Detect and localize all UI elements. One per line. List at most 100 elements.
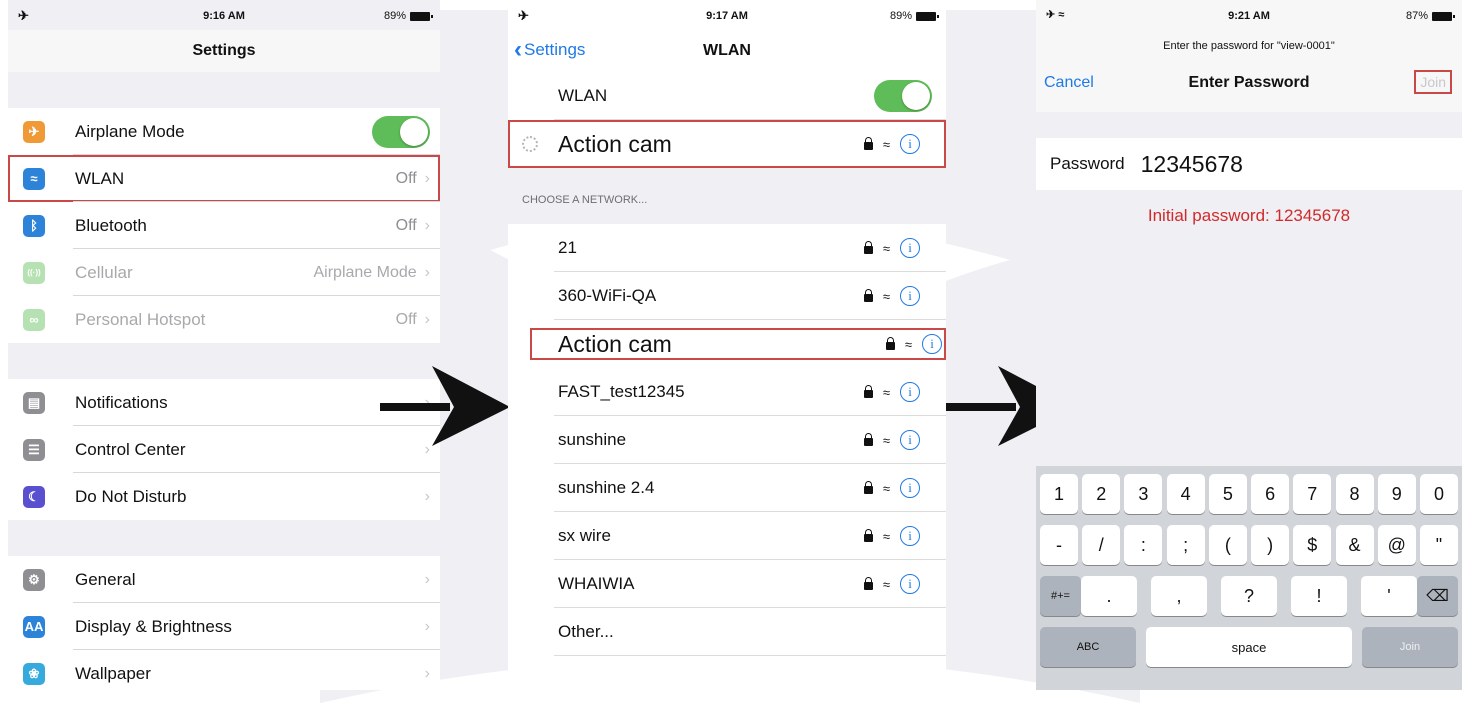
airplane-icon: ✈: [23, 120, 45, 143]
lock-icon: [863, 137, 873, 150]
settings-row-general[interactable]: ⚙ General ›: [8, 556, 440, 603]
key[interactable]: 8: [1335, 474, 1374, 514]
key-symbols[interactable]: #+=: [1040, 576, 1081, 616]
row-label: General: [75, 569, 136, 589]
page-title: Enter Password: [1188, 74, 1310, 91]
wifi-icon: ≈: [882, 240, 890, 256]
key[interactable]: ": [1419, 525, 1458, 565]
nav-bar: Settings: [8, 30, 440, 72]
key[interactable]: 3: [1124, 474, 1163, 514]
connecting-network-row[interactable]: Action cam ≈ i: [508, 120, 946, 168]
key[interactable]: ?: [1221, 576, 1277, 616]
row-label: WLAN: [75, 168, 125, 188]
key[interactable]: 6: [1251, 474, 1290, 514]
key[interactable]: 2: [1082, 474, 1121, 514]
moon-icon: ☾: [23, 485, 45, 508]
key[interactable]: &: [1335, 525, 1374, 565]
lock-icon: [863, 481, 873, 494]
settings-row-do-not-disturb[interactable]: ☾ Do Not Disturb ›: [8, 473, 440, 520]
key[interactable]: ;: [1166, 525, 1205, 565]
info-icon[interactable]: i: [900, 430, 920, 450]
status-bar: ✈ ≈ 9:21 AM 87%: [1036, 0, 1462, 30]
initial-password-note: Initial password: 12345678: [1147, 206, 1351, 225]
network-row[interactable]: sx wire ≈ i: [508, 512, 946, 560]
network-row[interactable]: FAST_test12345 ≈ i: [508, 368, 946, 416]
key[interactable]: :: [1124, 525, 1163, 565]
info-icon[interactable]: i: [922, 334, 942, 354]
settings-row-wallpaper[interactable]: ❀ Wallpaper ›: [8, 650, 440, 690]
key[interactable]: @: [1377, 525, 1416, 565]
network-row[interactable]: sunshine ≈ i: [508, 416, 946, 464]
settings-row-personal-hotspot[interactable]: ∞ Personal Hotspot Off ›: [8, 296, 440, 343]
key[interactable]: 5: [1208, 474, 1247, 514]
key[interactable]: 4: [1166, 474, 1205, 514]
info-icon[interactable]: i: [900, 574, 920, 594]
key[interactable]: 0: [1419, 474, 1458, 514]
network-row[interactable]: 21 ≈ i: [508, 224, 946, 272]
wifi-icon: ≈: [882, 288, 890, 304]
key[interactable]: ,: [1151, 576, 1207, 616]
key-space[interactable]: space: [1146, 627, 1352, 667]
wifi-icon: ≈: [882, 576, 890, 592]
network-row[interactable]: 360-WiFi-QA ≈ i: [508, 272, 946, 320]
wlan-toggle[interactable]: [874, 80, 932, 112]
settings-row-airplane-mode[interactable]: ✈ Airplane Mode: [8, 108, 440, 155]
network-list: 21 ≈ i 360-WiFi-QA ≈ i Action cam ≈ i FAST_test12…: [508, 224, 946, 608]
nav-bar: ‹ Settings WLAN: [508, 30, 946, 72]
key-join[interactable]: Join: [1362, 627, 1458, 667]
row-label: Do Not Disturb: [75, 486, 187, 506]
key[interactable]: 1: [1040, 474, 1078, 514]
wifi-icon: ≈: [882, 528, 890, 544]
network-row[interactable]: Action cam ≈ i: [530, 328, 946, 360]
settings-row-display-brightness[interactable]: AA Display & Brightness ›: [8, 603, 440, 650]
settings-row-notifications[interactable]: ▤ Notifications ›: [8, 379, 440, 426]
status-time: 9:16 AM: [203, 10, 245, 22]
network-row[interactable]: sunshine 2.4 ≈ i: [508, 464, 946, 512]
row-value: Off: [395, 169, 417, 187]
status-time: 9:17 AM: [706, 10, 748, 22]
chevron-right-icon: ›: [424, 263, 430, 281]
lock-icon: [863, 433, 873, 446]
settings-row-wlan[interactable]: ≈ WLAN Off ›: [8, 155, 440, 202]
info-icon[interactable]: i: [900, 134, 920, 154]
key[interactable]: 7: [1293, 474, 1332, 514]
info-icon[interactable]: i: [900, 478, 920, 498]
key-backspace[interactable]: ⌫: [1417, 576, 1458, 616]
lock-icon: [863, 289, 873, 302]
page-title: Settings: [192, 42, 256, 59]
key[interactable]: !: [1291, 576, 1347, 616]
network-name: FAST_test12345: [558, 382, 685, 401]
lock-icon: [863, 241, 873, 254]
password-field[interactable]: Password 12345678: [1036, 138, 1462, 190]
hotspot-icon: ∞: [23, 308, 45, 331]
row-value: Off: [395, 310, 417, 328]
settings-row-cellular[interactable]: ((·)) Cellular Airplane Mode ›: [8, 249, 440, 296]
info-icon[interactable]: i: [900, 286, 920, 306]
spinner-icon: [522, 136, 538, 152]
chevron-right-icon: ›: [424, 487, 430, 505]
network-row[interactable]: WHAIWIA ≈ i: [508, 560, 946, 608]
other-network-row[interactable]: Other...: [508, 608, 946, 656]
airplane-mode-toggle[interactable]: [372, 115, 430, 148]
key[interactable]: ': [1361, 576, 1417, 616]
lock-icon: [863, 529, 873, 542]
key[interactable]: /: [1082, 525, 1121, 565]
password-screen: ✈ ≈ 9:21 AM 87% Enter the password for "…: [1036, 0, 1462, 690]
key[interactable]: $: [1293, 525, 1332, 565]
join-button[interactable]: Join: [1414, 70, 1452, 94]
display-icon: AA: [23, 615, 45, 638]
battery-percent: 89%: [889, 10, 912, 22]
network-name: sx wire: [558, 526, 611, 545]
key[interactable]: -: [1040, 525, 1078, 565]
info-icon[interactable]: i: [900, 526, 920, 546]
key-abc[interactable]: ABC: [1040, 627, 1136, 667]
settings-row-bluetooth[interactable]: ᛒ Bluetooth Off ›: [8, 202, 440, 249]
key[interactable]: ): [1251, 525, 1290, 565]
key[interactable]: 9: [1377, 474, 1416, 514]
key[interactable]: (: [1208, 525, 1247, 565]
settings-row-control-center[interactable]: ☰ Control Center ›: [8, 426, 440, 473]
header: ✈ ≈ 9:21 AM 87% Enter the password for "…: [1036, 0, 1462, 112]
info-icon[interactable]: i: [900, 382, 920, 402]
info-icon[interactable]: i: [900, 238, 920, 258]
key[interactable]: .: [1081, 576, 1137, 616]
